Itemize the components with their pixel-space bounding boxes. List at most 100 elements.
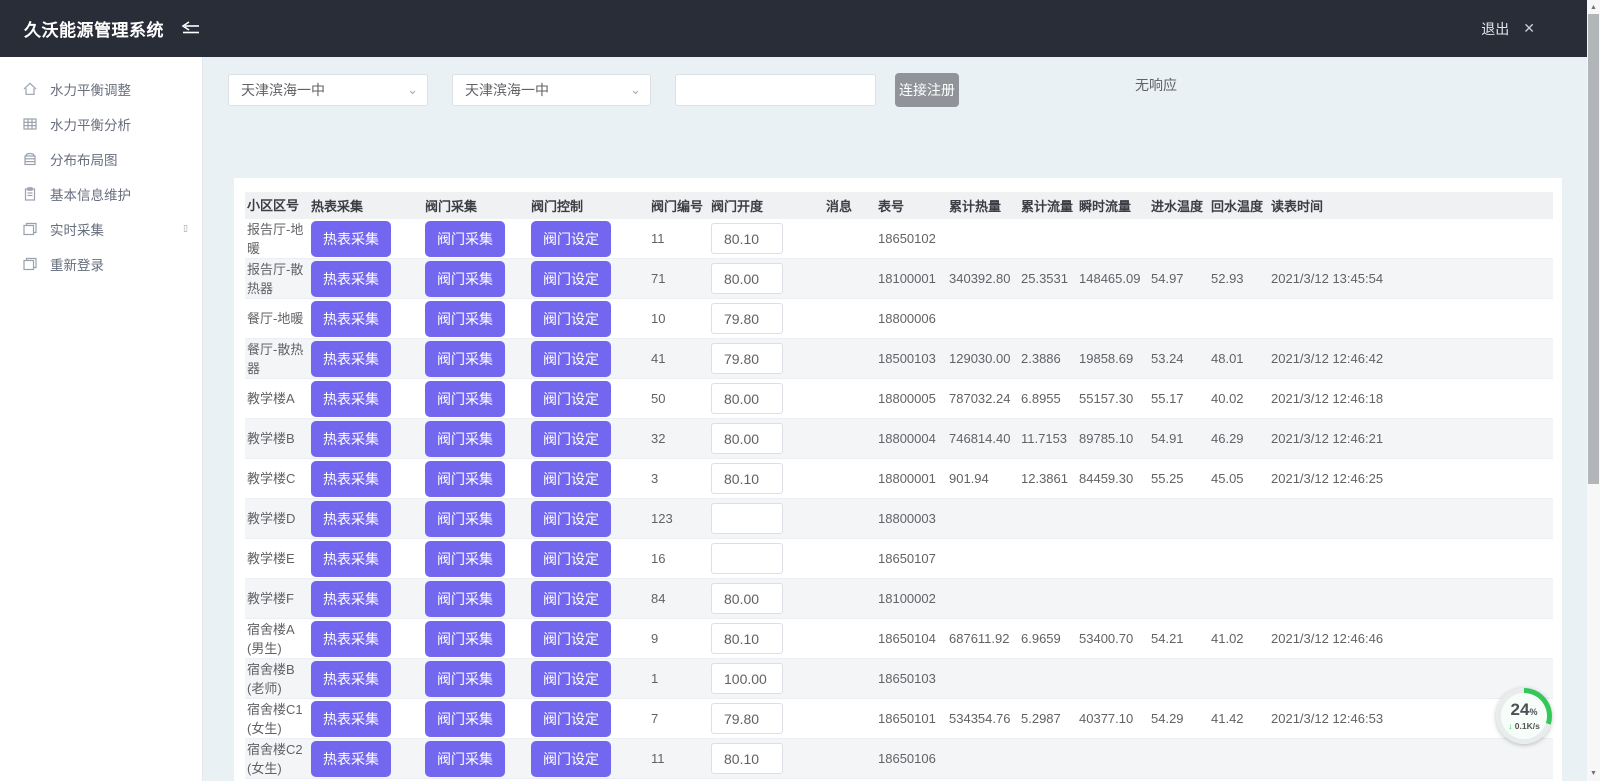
table-row: 教学楼B 热表采集 阀门采集 阀门设定 32 18800004 746814.4… <box>245 419 1553 459</box>
valve-opening-input[interactable] <box>711 743 783 774</box>
valve-set-button[interactable]: 阀门设定 <box>531 461 611 497</box>
valve-collect-button[interactable]: 阀门采集 <box>425 661 505 697</box>
heat-meter-collect-button[interactable]: 热表采集 <box>311 741 391 777</box>
cell-meter-number: 18650107 <box>876 551 947 566</box>
valve-set-button[interactable]: 阀门设定 <box>531 381 611 417</box>
cell-inst-flow: 55157.30 <box>1077 391 1149 406</box>
sidebar-item-hydraulic-analysis[interactable]: 水力平衡分析 <box>0 106 202 141</box>
heat-meter-collect-button[interactable]: 热表采集 <box>311 621 391 657</box>
valve-opening-input[interactable] <box>711 343 783 374</box>
valve-collect-button[interactable]: 阀门采集 <box>425 541 505 577</box>
cell-total-flow: 12.3861 <box>1019 471 1077 486</box>
valve-collect-button[interactable]: 阀门采集 <box>425 501 505 537</box>
col-header-total-flow: 累计流量 <box>1019 196 1077 215</box>
valve-opening-input[interactable] <box>711 583 783 614</box>
heat-meter-collect-button[interactable]: 热表采集 <box>311 541 391 577</box>
connect-text-input[interactable] <box>675 74 876 106</box>
cell-total-flow: 6.9659 <box>1019 631 1077 646</box>
heat-meter-collect-button[interactable]: 热表采集 <box>311 661 391 697</box>
valve-set-button[interactable]: 阀门设定 <box>531 421 611 457</box>
sidebar-item-distribution-layout[interactable]: 分布布局图 <box>0 141 202 176</box>
valve-set-button[interactable]: 阀门设定 <box>531 741 611 777</box>
sidebar-item-label: 重新登录 <box>50 254 104 274</box>
valve-collect-button[interactable]: 阀门采集 <box>425 301 505 337</box>
col-header-control: 阀门控制 <box>529 196 649 215</box>
cell-valve-number: 3 <box>649 471 709 486</box>
heat-meter-collect-button[interactable]: 热表采集 <box>311 381 391 417</box>
valve-collect-button[interactable]: 阀门采集 <box>425 621 505 657</box>
valve-opening-input[interactable] <box>711 303 783 334</box>
download-progress-inner: 24% ↓ 0.1K/s <box>1501 693 1547 739</box>
valve-set-button[interactable]: 阀门设定 <box>531 501 611 537</box>
scrollbar-thumb[interactable] <box>1588 14 1599 484</box>
valve-opening-input[interactable] <box>711 263 783 294</box>
valve-opening-input[interactable] <box>711 503 783 534</box>
window-scrollbar[interactable]: ▲ ▼ <box>1587 0 1600 781</box>
station-select-1[interactable]: 天津滨海一中 ⌄ <box>228 74 428 106</box>
valve-collect-button[interactable]: 阀门采集 <box>425 221 505 257</box>
valve-opening-input[interactable] <box>711 383 783 414</box>
cell-valve-number: 11 <box>649 751 709 766</box>
valve-opening-input[interactable] <box>711 223 783 254</box>
valve-set-button[interactable]: 阀门设定 <box>531 701 611 737</box>
valve-set-button[interactable]: 阀门设定 <box>531 661 611 697</box>
valve-collect-button[interactable]: 阀门采集 <box>425 341 505 377</box>
col-header-message: 消息 <box>824 196 876 215</box>
cell-read-time: 2021/3/12 13:45:54 <box>1269 271 1553 286</box>
download-progress-badge[interactable]: 24% ↓ 0.1K/s <box>1496 688 1552 744</box>
sidebar-menu: 水力平衡调整 水力平衡分析 分布布局图 基本信息维护 实时采集 ▯ <box>0 57 202 281</box>
valve-collect-button[interactable]: 阀门采集 <box>425 261 505 297</box>
heat-meter-collect-button[interactable]: 热表采集 <box>311 581 391 617</box>
close-icon[interactable]: ✕ <box>1523 20 1535 37</box>
valve-set-button[interactable]: 阀门设定 <box>531 621 611 657</box>
connect-register-button[interactable]: 连接注册 <box>895 73 959 107</box>
heat-meter-collect-button[interactable]: 热表采集 <box>311 501 391 537</box>
scrollbar-down-icon[interactable]: ▼ <box>1587 767 1600 780</box>
valve-set-button[interactable]: 阀门设定 <box>531 541 611 577</box>
scrollbar-up-icon[interactable]: ▲ <box>1587 1 1600 14</box>
valve-collect-button[interactable]: 阀门采集 <box>425 461 505 497</box>
heat-meter-collect-button[interactable]: 热表采集 <box>311 301 391 337</box>
heat-meter-collect-button[interactable]: 热表采集 <box>311 421 391 457</box>
cell-zone-name: 报告厅-地暖 <box>245 220 309 258</box>
cell-zone-name: 餐厅-地暖 <box>245 309 309 328</box>
sidebar-item-basic-info[interactable]: 基本信息维护 <box>0 176 202 211</box>
valve-opening-input[interactable] <box>711 463 783 494</box>
station-select-2[interactable]: 天津滨海一中 ⌄ <box>452 74 651 106</box>
valve-collect-button[interactable]: 阀门采集 <box>425 741 505 777</box>
valve-opening-input[interactable] <box>711 423 783 454</box>
cell-meter-number: 18800005 <box>876 391 947 406</box>
valve-collect-button[interactable]: 阀门采集 <box>425 581 505 617</box>
valve-set-button[interactable]: 阀门设定 <box>531 581 611 617</box>
download-percent-value: 24 <box>1511 700 1530 719</box>
cell-valve-number: 1 <box>649 671 709 686</box>
valve-collect-button[interactable]: 阀门采集 <box>425 421 505 457</box>
valve-opening-input[interactable] <box>711 623 783 654</box>
valve-set-button[interactable]: 阀门设定 <box>531 341 611 377</box>
cell-meter-number: 18650104 <box>876 631 947 646</box>
valve-set-button[interactable]: 阀门设定 <box>531 261 611 297</box>
valve-collect-button[interactable]: 阀门采集 <box>425 381 505 417</box>
table-row: 报告厅-地暖 热表采集 阀门采集 阀门设定 11 18650102 <box>245 219 1553 259</box>
sidebar-item-label: 水力平衡分析 <box>50 114 131 134</box>
heat-meter-collect-button[interactable]: 热表采集 <box>311 461 391 497</box>
valve-collect-button[interactable]: 阀门采集 <box>425 701 505 737</box>
cell-in-temp: 55.17 <box>1149 391 1209 406</box>
heat-meter-collect-button[interactable]: 热表采集 <box>311 261 391 297</box>
cell-zone-name: 报告厅-散热器 <box>245 260 309 298</box>
valve-opening-input[interactable] <box>711 663 783 694</box>
valve-opening-input[interactable] <box>711 703 783 734</box>
sidebar-item-hydraulic-adjust[interactable]: 水力平衡调整 <box>0 71 202 106</box>
logout-button[interactable]: 退出 <box>1481 19 1509 39</box>
sidebar-item-relogin[interactable]: 重新登录 <box>0 246 202 281</box>
heat-meter-collect-button[interactable]: 热表采集 <box>311 341 391 377</box>
table-row: 报告厅-散热器 热表采集 阀门采集 阀门设定 71 18100001 34039… <box>245 259 1553 299</box>
heat-meter-collect-button[interactable]: 热表采集 <box>311 221 391 257</box>
cell-meter-number: 18100002 <box>876 591 947 606</box>
sidebar-item-realtime-collect[interactable]: 实时采集 ▯ <box>0 211 202 246</box>
valve-set-button[interactable]: 阀门设定 <box>531 301 611 337</box>
valve-opening-input[interactable] <box>711 543 783 574</box>
valve-set-button[interactable]: 阀门设定 <box>531 221 611 257</box>
heat-meter-collect-button[interactable]: 热表采集 <box>311 701 391 737</box>
sidebar-collapse-icon[interactable] <box>178 21 202 37</box>
